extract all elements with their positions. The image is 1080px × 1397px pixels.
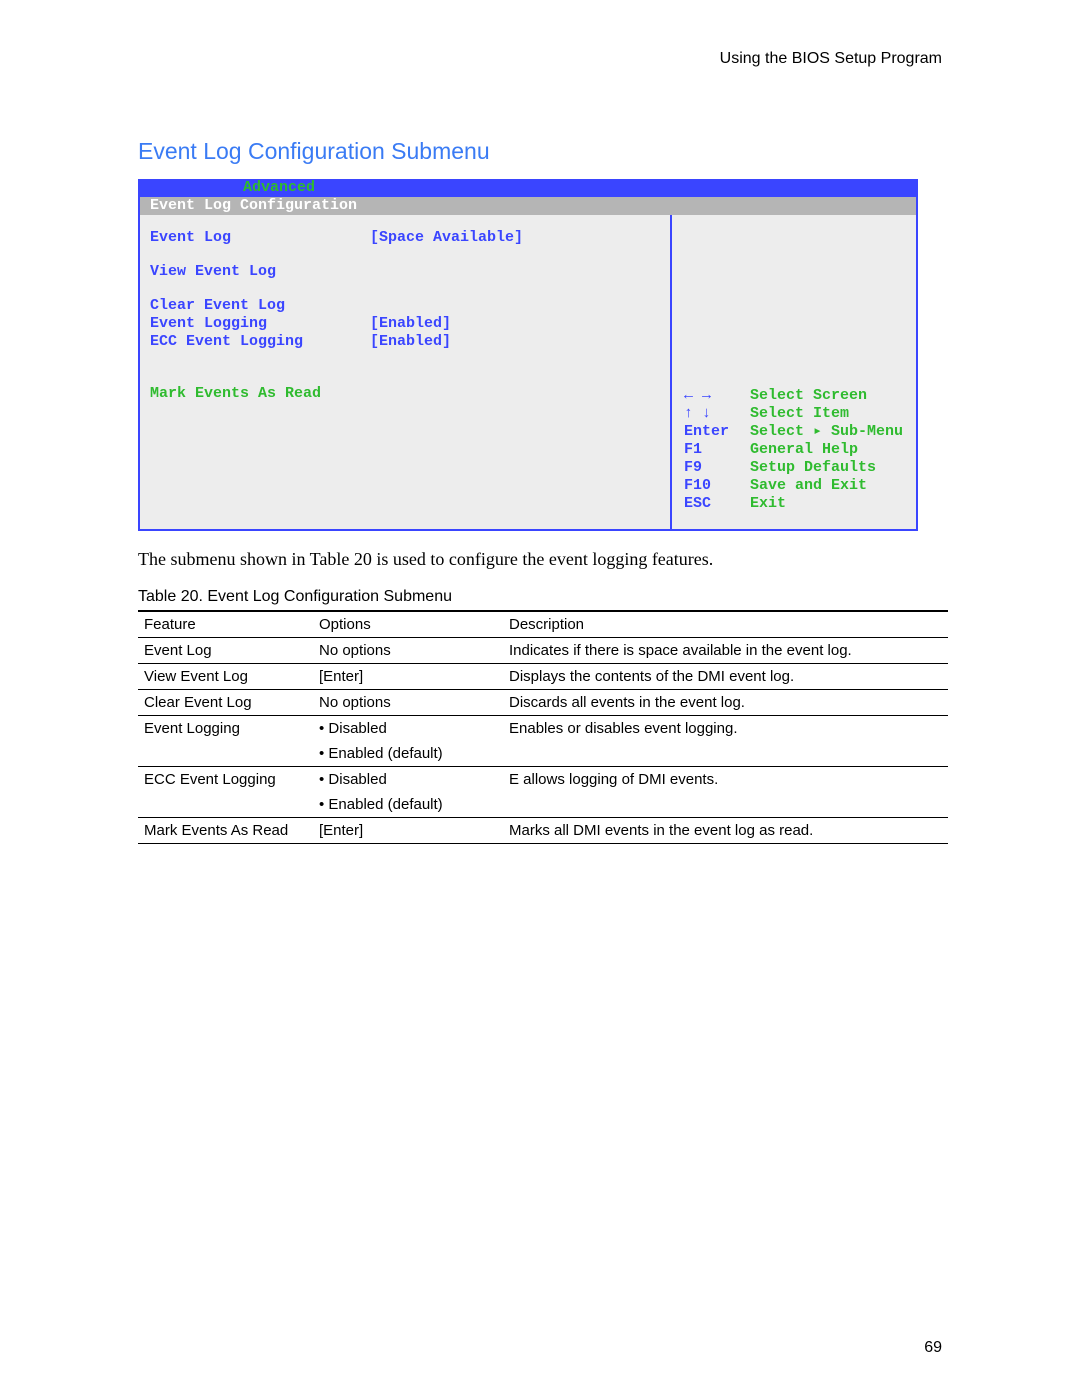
bios-desc-select-submenu: Select ▸ Sub-Menu — [750, 423, 903, 441]
bios-key-f10: F10 — [684, 477, 750, 495]
table-row: Mark Events As Read [Enter] Marks all DM… — [138, 818, 948, 844]
bios-item-clear-event-log: Clear Event Log — [150, 297, 660, 315]
td-description — [503, 741, 948, 767]
bios-desc-setup-defaults: Setup Defaults — [750, 459, 876, 477]
td-feature — [138, 792, 313, 818]
bios-key-esc: ESC — [684, 495, 750, 513]
bios-desc-exit: Exit — [750, 495, 786, 513]
bios-help-pane: ← →Select Screen ↑ ↓Select Item EnterSel… — [672, 215, 916, 529]
bios-desc-general-help: General Help — [750, 441, 858, 459]
td-feature: View Event Log — [138, 664, 313, 690]
td-description: Enables or disables event logging. — [503, 716, 948, 742]
th-description: Description — [503, 611, 948, 638]
bios-value-event-logging: [Enabled] — [370, 315, 451, 333]
bios-value-event-log: [Space Available] — [370, 229, 523, 247]
td-options: • Enabled (default) — [313, 792, 503, 818]
bios-item-event-logging: Event Logging — [150, 315, 370, 333]
bios-title-bar: Event Log Configuration — [140, 197, 916, 215]
page-number: 69 — [924, 1339, 942, 1357]
td-feature: Event Logging — [138, 716, 313, 742]
td-options: [Enter] — [313, 818, 503, 844]
td-description: Discards all events in the event log. — [503, 690, 948, 716]
bios-key-arrows-ud: ↑ ↓ — [684, 405, 750, 423]
table-header-row: Feature Options Description — [138, 611, 948, 638]
td-description: Indicates if there is space available in… — [503, 638, 948, 664]
td-description: E allows logging of DMI events. — [503, 767, 948, 793]
bios-desc-save-exit: Save and Exit — [750, 477, 867, 495]
bios-item-mark-events-as-read: Mark Events As Read — [150, 385, 660, 403]
bios-body: Event Log [Space Available] View Event L… — [140, 215, 916, 529]
td-feature: ECC Event Logging — [138, 767, 313, 793]
td-feature — [138, 741, 313, 767]
bios-key-enter: Enter — [684, 423, 750, 441]
bios-tab-advanced: Advanced — [235, 179, 323, 197]
bios-screenshot: Advanced Event Log Configuration Event L… — [138, 179, 918, 531]
bios-tab-bar: Advanced — [140, 179, 916, 197]
bios-item-view-event-log: View Event Log — [150, 263, 660, 281]
td-options: [Enter] — [313, 664, 503, 690]
td-options: • Disabled — [313, 767, 503, 793]
bios-item-ecc-event-logging: ECC Event Logging — [150, 333, 370, 351]
bios-left-pane: Event Log [Space Available] View Event L… — [140, 215, 672, 529]
th-feature: Feature — [138, 611, 313, 638]
table-row: ECC Event Logging • Disabled E allows lo… — [138, 767, 948, 793]
td-options: • Enabled (default) — [313, 741, 503, 767]
td-options: No options — [313, 690, 503, 716]
td-feature: Mark Events As Read — [138, 818, 313, 844]
table-row: Clear Event Log No options Discards all … — [138, 690, 948, 716]
table-caption: Table 20. Event Log Configuration Submen… — [138, 588, 942, 606]
td-description: Marks all DMI events in the event log as… — [503, 818, 948, 844]
table-row: • Enabled (default) — [138, 741, 948, 767]
table-row: Event Log No options Indicates if there … — [138, 638, 948, 664]
th-options: Options — [313, 611, 503, 638]
table-row: • Enabled (default) — [138, 792, 948, 818]
bios-desc-select-item: Select Item — [750, 405, 849, 423]
td-feature: Event Log — [138, 638, 313, 664]
page: Using the BIOS Setup Program Event Log C… — [0, 0, 1080, 1397]
td-feature: Clear Event Log — [138, 690, 313, 716]
table-row: View Event Log [Enter] Displays the cont… — [138, 664, 948, 690]
caption-paragraph: The submenu shown in Table 20 is used to… — [138, 549, 942, 570]
td-options: No options — [313, 638, 503, 664]
bios-item-event-log: Event Log — [150, 229, 370, 247]
td-description: Displays the contents of the DMI event l… — [503, 664, 948, 690]
bios-key-arrows-lr: ← → — [684, 387, 750, 405]
bios-value-ecc-event-logging: [Enabled] — [370, 333, 451, 351]
running-header: Using the BIOS Setup Program — [138, 50, 942, 68]
bios-key-f1: F1 — [684, 441, 750, 459]
td-options: • Disabled — [313, 716, 503, 742]
bios-desc-select-screen: Select Screen — [750, 387, 867, 405]
feature-table: Feature Options Description Event Log No… — [138, 610, 948, 844]
table-row: Event Logging • Disabled Enables or disa… — [138, 716, 948, 742]
bios-key-f9: F9 — [684, 459, 750, 477]
section-heading: Event Log Configuration Submenu — [138, 138, 942, 165]
td-description — [503, 792, 948, 818]
